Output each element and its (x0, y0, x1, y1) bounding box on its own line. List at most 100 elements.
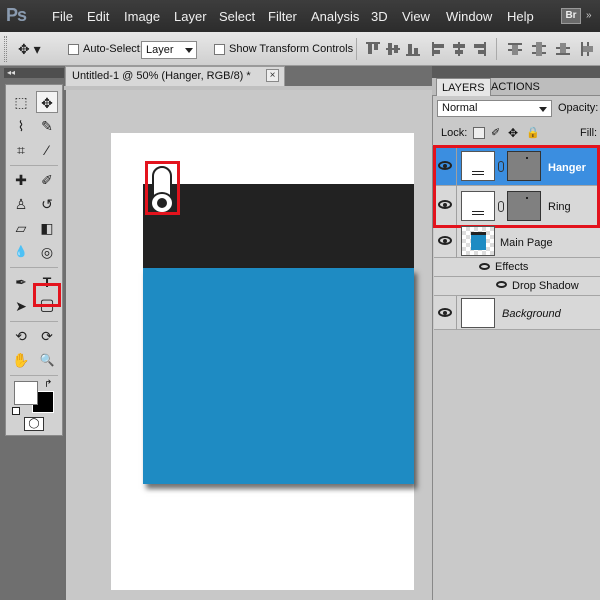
distribute-left-icon[interactable] (580, 42, 594, 56)
brush-tool-icon[interactable]: ✐ (36, 169, 58, 191)
blend-mode-value: Normal (442, 102, 478, 114)
close-document-button[interactable]: × (266, 69, 279, 82)
menu-select[interactable]: Select (219, 9, 255, 24)
quick-selection-tool-icon[interactable]: ✎ (36, 115, 58, 137)
3d-rotate-tool-icon[interactable]: ⟲ (10, 325, 32, 347)
path-selection-tool-icon[interactable]: ➤ (10, 295, 32, 317)
dodge-tool-icon[interactable]: ◎ (36, 241, 58, 263)
tool-separator (10, 267, 58, 268)
lock-position-icon[interactable]: ✥ (508, 127, 520, 139)
lock-image-pixels-icon[interactable]: ✐ (491, 127, 503, 139)
pen-tool-icon[interactable]: ✒ (10, 271, 32, 293)
layer-thumbnail (461, 226, 495, 256)
move-tool-preset-icon[interactable]: ✥ ▾ (18, 41, 41, 58)
options-divider (356, 38, 357, 60)
menu-file[interactable]: File (52, 9, 73, 24)
document-tab[interactable]: Untitled-1 @ 50% (Hanger, RGB/8) * (65, 66, 285, 86)
options-bar: ✥ ▾ Auto-Select: Layer Show Transform Co… (0, 32, 600, 66)
menu-analysis[interactable]: Analysis (311, 9, 359, 24)
layer-name-background[interactable]: Background (502, 308, 561, 320)
healing-brush-tool-icon[interactable]: ✚ (10, 169, 32, 191)
panel-header-strip (432, 66, 600, 78)
app-logo: Ps (6, 5, 27, 25)
history-brush-tool-icon[interactable]: ↺ (36, 193, 58, 215)
menu-bar: Ps File Edit Image Layer Select Filter A… (0, 0, 600, 32)
eye-icon[interactable] (496, 281, 507, 288)
auto-select-label: Auto-Select: (83, 43, 143, 55)
canvas-main-page (143, 268, 414, 484)
quick-mask-button[interactable]: ◯ (24, 417, 44, 431)
align-bottom-icon[interactable] (406, 42, 420, 56)
tab-actions[interactable]: ACTIONS (486, 78, 545, 96)
default-colors-icon[interactable] (12, 407, 20, 415)
blend-mode-dropdown[interactable]: Normal (437, 100, 552, 117)
marquee-tool-icon[interactable]: ⬚ (10, 91, 32, 113)
rounded-rectangle-tool-highlight (33, 283, 61, 307)
blur-tool-icon[interactable]: 💧 (10, 241, 32, 263)
layer-name-main-page[interactable]: Main Page (500, 237, 553, 249)
eyedropper-tool-icon[interactable]: ⁄ (36, 139, 58, 161)
align-top-icon[interactable] (366, 42, 380, 56)
menu-overflow-icon[interactable]: » (586, 10, 592, 21)
chevron-down-icon (539, 107, 547, 112)
eraser-tool-icon[interactable]: ▱ (10, 217, 32, 239)
show-transform-label: Show Transform Controls (229, 43, 354, 55)
layer-thumbnail (461, 298, 495, 328)
effects-label[interactable]: Effects (495, 261, 528, 273)
tools-panel-collapse[interactable]: ◂◂ (4, 68, 64, 78)
tool-separator (10, 321, 58, 322)
3d-orbit-tool-icon[interactable]: ⟳ (36, 325, 58, 347)
document-tab-title: Untitled-1 @ 50% (Hanger, RGB/8) * (72, 70, 251, 82)
lock-label: Lock: (441, 127, 468, 139)
lock-all-icon[interactable]: 🔒 (526, 127, 540, 139)
eye-icon[interactable] (438, 308, 452, 317)
lock-transparent-pixels-icon[interactable] (473, 127, 485, 139)
crop-tool-icon[interactable]: ⌗ (10, 139, 32, 161)
menu-view[interactable]: View (402, 9, 430, 24)
menu-edit[interactable]: Edit (87, 9, 109, 24)
opacity-label: Opacity: (558, 102, 599, 114)
menu-help[interactable]: Help (507, 9, 534, 24)
show-transform-checkbox[interactable] (214, 44, 225, 55)
panel-tabs: LAYERS ACTIONS (432, 78, 600, 96)
distribute-top-icon[interactable] (508, 42, 522, 56)
tab-layers[interactable]: LAYERS (436, 78, 491, 96)
align-vertical-center-icon[interactable] (386, 42, 400, 56)
menu-3d[interactable]: 3D (371, 9, 388, 24)
hand-tool-icon[interactable]: ✋ (10, 349, 32, 371)
options-bar-grip[interactable] (4, 36, 7, 62)
foreground-color-swatch[interactable] (14, 381, 38, 405)
eye-icon[interactable] (438, 236, 452, 245)
menu-image[interactable]: Image (124, 9, 160, 24)
auto-select-checkbox[interactable] (68, 44, 79, 55)
menu-filter[interactable]: Filter (268, 9, 297, 24)
align-right-icon[interactable] (472, 42, 486, 56)
canvas-dark-band (143, 184, 414, 268)
align-horizontal-center-icon[interactable] (452, 42, 466, 56)
gradient-tool-icon[interactable]: ◧ (36, 217, 58, 239)
tools-panel: ⬚ ✥ ⌇ ✎ ⌗ ⁄ ✚ ✐ ♙ ↺ ▱ ◧ 💧 ◎ ✒ T ➤ ▢ ⟲ ⟳ … (5, 84, 63, 436)
hanger-highlight (145, 161, 180, 215)
photoshop-window: Ps File Edit Image Layer Select Filter A… (0, 0, 600, 600)
auto-select-dropdown[interactable]: Layer (141, 41, 197, 59)
fill-label: Fill: (580, 127, 598, 139)
align-left-icon[interactable] (432, 42, 446, 56)
eye-icon[interactable] (479, 263, 490, 270)
tool-separator (10, 375, 58, 376)
auto-select-value: Layer (146, 44, 174, 56)
move-tool-icon[interactable]: ✥ (36, 91, 58, 113)
options-divider (496, 38, 497, 60)
chevron-down-icon (185, 48, 193, 53)
drop-shadow-label[interactable]: Drop Shadow (512, 280, 579, 292)
tool-separator (10, 165, 58, 166)
menu-window[interactable]: Window (446, 9, 492, 24)
distribute-bottom-icon[interactable] (556, 42, 570, 56)
zoom-tool-icon[interactable]: 🔍 (36, 349, 58, 371)
distribute-center-icon[interactable] (532, 42, 546, 56)
bridge-button[interactable]: Br (561, 8, 581, 24)
clone-stamp-tool-icon[interactable]: ♙ (10, 193, 32, 215)
lasso-tool-icon[interactable]: ⌇ (10, 115, 32, 137)
swap-colors-icon[interactable]: ↱ (44, 379, 52, 390)
layers-highlight (433, 145, 600, 228)
menu-layer[interactable]: Layer (174, 9, 207, 24)
